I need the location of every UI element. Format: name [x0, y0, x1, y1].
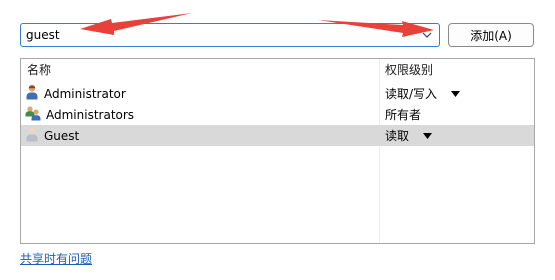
permission-label: 所有者 — [385, 108, 422, 122]
user-name-input[interactable] — [21, 24, 417, 46]
name-cell: Guest — [25, 125, 79, 146]
list-row-administrator[interactable]: Administrator 读取/写入 — [21, 83, 534, 104]
add-button[interactable]: 添加(A) — [448, 23, 534, 47]
permission-label: 读取 — [385, 129, 410, 143]
user-name-label: Administrator — [44, 86, 126, 101]
name-cell: Administrators — [25, 104, 134, 125]
permission-cell: 所有者 — [385, 104, 421, 125]
user-name-label: Administrators — [46, 107, 135, 122]
permission-cell[interactable]: 读取/写入 — [385, 83, 461, 104]
chevron-down-icon[interactable] — [417, 24, 437, 46]
sharing-help-link[interactable]: 共享时有问题 — [20, 250, 92, 267]
list-row-guest[interactable]: Guest 读取 — [21, 125, 534, 146]
user-icon — [25, 84, 39, 103]
caret-down-icon[interactable] — [451, 90, 461, 97]
user-name-label: Guest — [44, 128, 80, 143]
caret-down-icon[interactable] — [423, 132, 433, 139]
guest-user-icon — [25, 126, 39, 145]
permission-list[interactable]: 名称 权限级别 Administrator 读取/写入 Administrato… — [20, 58, 535, 244]
column-header-permission[interactable]: 权限级别 — [385, 59, 433, 81]
column-header-name[interactable]: 名称 — [27, 59, 51, 81]
list-header: 名称 权限级别 — [21, 59, 534, 81]
name-cell: Administrator — [25, 83, 126, 104]
user-name-combobox[interactable] — [20, 23, 440, 47]
list-row-administrators[interactable]: Administrators 所有者 — [21, 104, 534, 125]
user-group-icon — [25, 105, 41, 124]
permission-label: 读取/写入 — [385, 87, 438, 101]
permission-cell[interactable]: 读取 — [385, 125, 433, 146]
